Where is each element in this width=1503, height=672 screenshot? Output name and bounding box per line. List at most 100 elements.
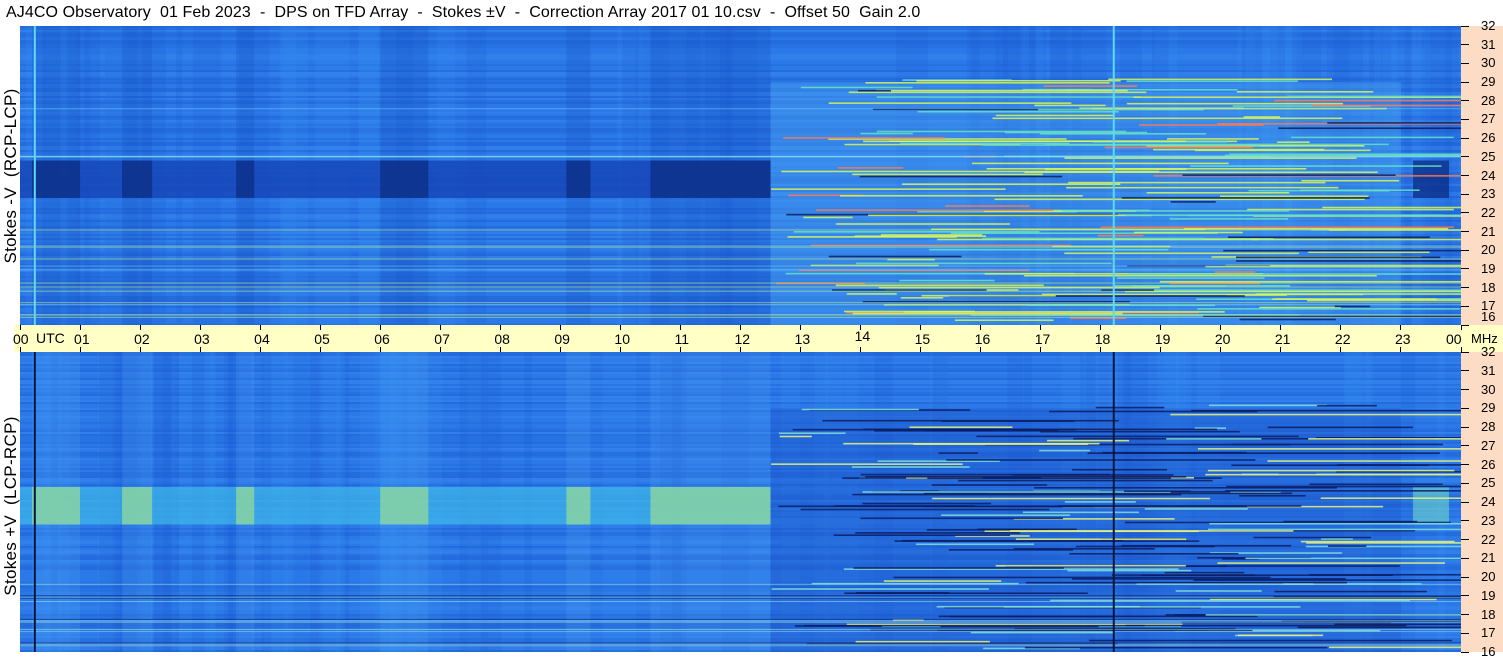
utc-tick-label: 03 [194,331,210,347]
rfi-line [1274,590,1427,593]
rfi-full-line [20,642,1461,644]
utc-tick-mark [1460,325,1462,330]
rfi-line [938,452,979,454]
rfi-line [860,517,1063,520]
mhz-tick-mark [1461,464,1469,465]
rfi-line [982,144,1260,146]
mhz-tick-label: 24 [1481,494,1496,509]
rfi-full-line [20,245,1461,247]
rfi-line [1309,483,1443,486]
rfi-line [865,82,1110,84]
rfi-line [1126,80,1298,83]
rfi-line [901,183,1121,185]
rfi-line [949,615,1115,618]
rfi-line [852,173,1043,176]
rfi-line [946,459,1256,461]
mhz-tick-label: 28 [1481,419,1496,434]
utc-tick-mark [800,325,802,330]
rfi-line [1146,191,1290,194]
rfi-line [844,310,975,313]
mhz-tick-mark [1461,445,1469,447]
mhz-tick-label: 23 [1481,512,1496,528]
mhz-tick-label: 29 [1481,400,1496,416]
rfi-line [1022,511,1140,514]
utc-tick-label: 15 [914,331,931,347]
rfi-line [883,580,1002,582]
utc-tick-label: 14 [854,328,871,344]
rfi-line [779,435,812,438]
top-heatmap-svg [20,26,1461,325]
mhz-tick-mark [1461,231,1469,233]
utc-tick-mark [1280,325,1282,330]
rfi-line [1025,581,1348,584]
utc-tick-mark [1400,325,1402,330]
mhz-tick-mark [1461,426,1469,428]
rfi-line [936,605,1140,608]
rfi-line [994,198,1365,201]
chart-title: AJ4CO Observatory 01 Feb 2023 - DPS on T… [6,4,921,21]
rfi-line [1064,252,1299,255]
rfi-full-line [20,621,1461,623]
bright-column [32,352,81,652]
rfi-line [916,79,1121,82]
rfi-line [1152,148,1325,151]
rfi-line [1095,406,1165,409]
rfi-line [932,497,1211,500]
rfi-line [868,214,1153,217]
rfi-full-line [20,286,1461,288]
rfi-line [855,532,1020,534]
utc-tick-mark [1340,347,1342,352]
utc-tick-mark [559,325,561,330]
rfi-line [1253,536,1371,539]
rfi-line [1104,146,1253,149]
bottom-spectrogram [20,352,1461,652]
rfi-line [1072,468,1168,471]
rfi-line [1170,201,1216,203]
bright-column [236,352,255,652]
rfi-line [834,505,976,507]
utc-tick-label: 10 [614,331,630,347]
utc-unit-label: UTC [36,330,65,346]
mhz-tick-mark [1461,351,1469,353]
utc-tick-mark [319,325,321,330]
utc-tick-label: 18 [1094,331,1111,347]
mhz-tick-label: 32 [1481,18,1496,33]
utc-tick-label: 20 [1214,331,1231,347]
utc-tick-mark [139,325,141,330]
rfi-line [1129,273,1461,275]
line-25mhz [20,155,1461,158]
rfi-line [1064,501,1136,503]
mhz-tick-mark [1461,193,1469,195]
rfi-line [1108,78,1332,81]
rfi-line [801,408,919,411]
rfi-line [1267,426,1414,429]
mhz-tick-mark [1461,62,1469,64]
rfi-line [1139,124,1264,126]
mhz-unit-label: MHz [1471,331,1498,346]
rfi-full-line [20,630,1461,632]
rfi-line [1214,271,1256,273]
rfi-line [982,237,1204,240]
mhz-tick-label: 27 [1481,111,1496,127]
rfi-line [800,508,1050,511]
rfi-line [971,162,1229,165]
utc-tick-mark [259,347,261,352]
utc-tick-mark [1160,325,1162,330]
utc-tick-label: 16 [974,331,991,347]
rfi-line [929,248,1169,251]
rfi-line [1069,552,1239,555]
rfi-line [1197,308,1460,310]
utc-tick-mark [1220,347,1222,352]
rfi-line [1311,104,1461,107]
mhz-tick-mark [1461,44,1469,46]
rfi-line [816,209,1054,211]
rfi-line [1301,179,1400,182]
mhz-tick-mark [1461,595,1469,597]
rfi-line [899,279,995,282]
rfi-line [1175,590,1262,592]
utc-tick-mark [1400,347,1402,352]
rfi-line [1034,104,1106,107]
utc-tick-mark [1040,325,1042,330]
mhz-tick-mark [1461,324,1469,326]
mhz-tick-mark [1461,156,1469,158]
